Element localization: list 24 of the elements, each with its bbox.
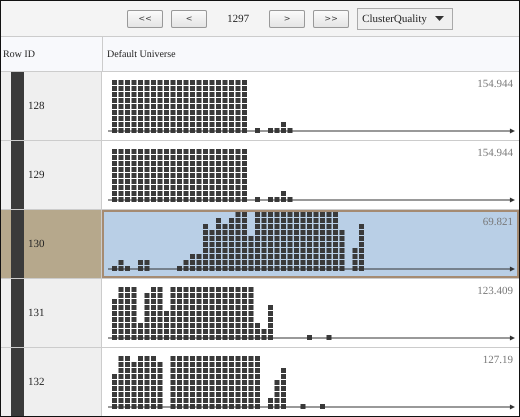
metric-dropdown[interactable]: ClusterQuality — [357, 8, 453, 30]
column-header: Default Universe — [106, 48, 177, 62]
dropdown-value: ClusterQuality — [362, 12, 427, 24]
row-id-cell[interactable]: 132 — [1, 348, 102, 416]
row-id-cell[interactable]: 129 — [1, 141, 102, 209]
histogram-cell[interactable]: 154.944 — [102, 141, 519, 209]
quality-value: 123.409 — [477, 285, 513, 297]
quality-value: 69.821 — [482, 216, 513, 228]
row-id-cell[interactable]: 130 — [1, 210, 102, 278]
caret-icon — [434, 16, 444, 21]
column-header: Row ID — [1, 37, 103, 71]
row-id-cell[interactable]: 128 — [1, 72, 102, 140]
nav-button[interactable]: < — [171, 10, 208, 28]
quality-value: 154.944 — [477, 78, 513, 90]
nav-button[interactable]: > — [269, 10, 306, 28]
quality-value: 127.19 — [482, 354, 513, 366]
position-label: 1297 — [227, 12, 250, 24]
histogram-cell[interactable]: 127.19 — [102, 348, 519, 416]
nav-button[interactable]: << — [127, 10, 164, 28]
quality-value: 154.944 — [477, 147, 513, 159]
row-id-cell[interactable]: 131 — [1, 279, 102, 347]
histogram-cell[interactable]: 154.944 — [102, 72, 519, 140]
nav-button[interactable]: >> — [313, 10, 350, 28]
histogram-cell[interactable]: 123.409 — [102, 279, 519, 347]
